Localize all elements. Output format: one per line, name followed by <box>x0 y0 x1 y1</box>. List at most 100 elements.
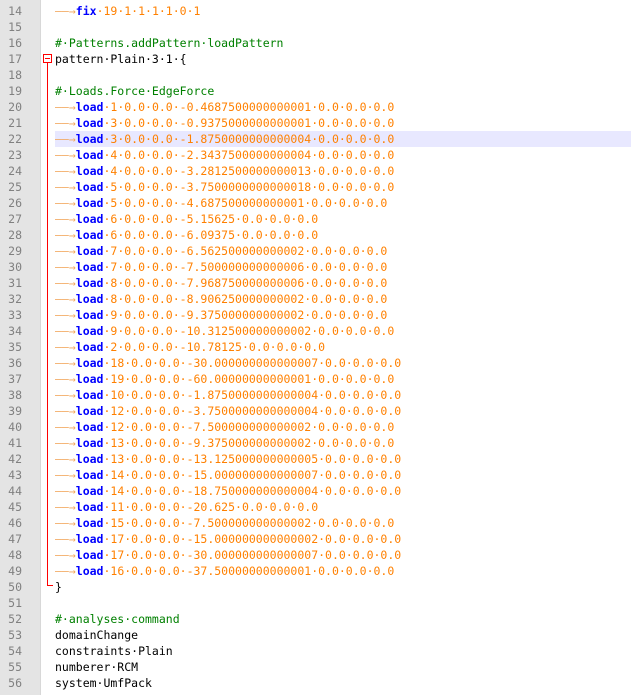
line-content[interactable]: ——→load·2·0.0·0.0·-10.78125·0.0·0.0·0.0 <box>55 339 631 355</box>
code-line[interactable]: 51 <box>0 595 631 611</box>
tab-arrow-icon: ——→ <box>55 260 76 274</box>
line-number: 31 <box>8 276 22 290</box>
line-content[interactable]: ——→load·9·0.0·0.0·-9.375000000000002·0.0… <box>55 307 631 323</box>
code-editor[interactable]: 14 ——→fix·19·1·1·1·1·0·1 15 16 #·Patterns.ad… <box>0 0 631 695</box>
line-content[interactable]: system·UmfPack <box>55 675 631 691</box>
line-content[interactable]: ——→load·6·0.0·0.0·-6.09375·0.0·0.0·0.0 <box>55 227 631 243</box>
code-line[interactable]: 45 ——→load·11·0.0·0.0·-20.625·0.0·0.0·0.0 <box>0 499 631 515</box>
line-content[interactable]: ——→load·6·0.0·0.0·-5.15625·0.0·0.0·0.0 <box>55 211 631 227</box>
line-content[interactable]: ——→load·17·0.0·0.0·-15.000000000000002·0… <box>55 531 631 547</box>
line-content[interactable]: ——→load·14·0.0·0.0·-15.000000000000007·0… <box>55 467 631 483</box>
line-content[interactable]: ——→load·13·0.0·0.0·-13.125000000000005·0… <box>55 451 631 467</box>
code-line[interactable]: 43 ——→load·14·0.0·0.0·-15.000000000000007… <box>0 467 631 483</box>
line-content[interactable]: #·Patterns.addPattern·loadPattern <box>55 35 631 51</box>
code-line[interactable]: 54 constraints·Plain <box>0 643 631 659</box>
line-content[interactable] <box>55 67 631 83</box>
code-line[interactable]: 56 system·UmfPack <box>0 675 631 691</box>
line-content[interactable]: ——→load·14·0.0·0.0·-18.750000000000004·0… <box>55 483 631 499</box>
code-line[interactable]: 44 ——→load·14·0.0·0.0·-18.750000000000004… <box>0 483 631 499</box>
keyword: load <box>75 436 104 450</box>
line-content[interactable]: ——→load·3·0.0·0.0·-0.9375000000000001·0.… <box>55 115 631 131</box>
code-line[interactable]: 35 ——→load·2·0.0·0.0·-10.78125·0.0·0.0·0.… <box>0 339 631 355</box>
code-line[interactable]: 37 ——→load·19·0.0·0.0·-60.00000000000001·… <box>0 371 631 387</box>
line-content[interactable]: ——→load·12·0.0·0.0·-3.7500000000000004·0… <box>55 403 631 419</box>
code-line[interactable]: 29 ——→load·7·0.0·0.0·-6.562500000000002·0… <box>0 243 631 259</box>
line-content[interactable]: numberer·RCM <box>55 659 631 675</box>
code-line[interactable]: 49 ——→load·16·0.0·0.0·-37.50000000000001·… <box>0 563 631 579</box>
line-content[interactable]: ——→load·13·0.0·0.0·-9.375000000000002·0.… <box>55 435 631 451</box>
command-args: ·12·0.0·0.0·-7.500000000000002·0.0·0.0·0… <box>103 420 395 434</box>
code-line[interactable]: 40 ——→load·12·0.0·0.0·-7.500000000000002·… <box>0 419 631 435</box>
code-line[interactable]: 21 ——→load·3·0.0·0.0·-0.9375000000000001·… <box>0 115 631 131</box>
line-content[interactable]: ——→load·16·0.0·0.0·-37.50000000000001·0.… <box>55 563 631 579</box>
code-line[interactable]: 28 ——→load·6·0.0·0.0·-6.09375·0.0·0.0·0.0 <box>0 227 631 243</box>
line-content[interactable]: ——→load·17·0.0·0.0·-30.000000000000007·0… <box>55 547 631 563</box>
code-line[interactable]: 14 ——→fix·19·1·1·1·1·0·1 <box>0 3 631 19</box>
code-line[interactable]: 22 ——→load·3·0.0·0.0·-1.8750000000000004·… <box>0 131 631 147</box>
code-line[interactable]: 33 ——→load·9·0.0·0.0·-9.375000000000002·0… <box>0 307 631 323</box>
code-line[interactable]: 48 ——→load·17·0.0·0.0·-30.000000000000007… <box>0 547 631 563</box>
code-line[interactable]: 24 ——→load·4·0.0·0.0·-3.2812500000000013·… <box>0 163 631 179</box>
line-content[interactable]: ——→fix·19·1·1·1·1·0·1 <box>55 3 631 19</box>
code-line[interactable]: 30 ——→load·7·0.0·0.0·-7.500000000000006·0… <box>0 259 631 275</box>
line-content[interactable]: ——→load·8·0.0·0.0·-8.906250000000002·0.0… <box>55 291 631 307</box>
line-content[interactable]: ——→load·1·0.0·0.0·-0.4687500000000001·0.… <box>55 99 631 115</box>
code-line[interactable]: 15 <box>0 19 631 35</box>
code-line[interactable]: 32 ——→load·8·0.0·0.0·-8.906250000000002·0… <box>0 291 631 307</box>
code-line[interactable]: 46 ——→load·15·0.0·0.0·-7.500000000000002·… <box>0 515 631 531</box>
code-line[interactable]: 23 ——→load·4·0.0·0.0·-2.3437500000000004·… <box>0 147 631 163</box>
code-line[interactable]: 31 ——→load·8·0.0·0.0·-7.968750000000006·0… <box>0 275 631 291</box>
line-content[interactable]: ——→load·5·0.0·0.0·-3.7500000000000018·0.… <box>55 179 631 195</box>
line-content[interactable]: } <box>55 579 631 595</box>
code-line[interactable]: 18 <box>0 67 631 83</box>
keyword: load <box>75 420 104 434</box>
line-content[interactable]: ——→load·15·0.0·0.0·-7.500000000000002·0.… <box>55 515 631 531</box>
line-content[interactable]: ——→load·3·0.0·0.0·-1.8750000000000004·0.… <box>55 131 631 147</box>
line-number: 49 <box>8 564 22 578</box>
line-content[interactable] <box>55 595 631 611</box>
line-content[interactable]: pattern·Plain·3·1·{ <box>55 51 631 67</box>
line-content[interactable]: ——→load·11·0.0·0.0·-20.625·0.0·0.0·0.0 <box>55 499 631 515</box>
code-line[interactable]: 55 numberer·RCM <box>0 659 631 675</box>
code-line[interactable]: 41 ——→load·13·0.0·0.0·-9.375000000000002·… <box>0 435 631 451</box>
code-line[interactable]: 52 #·analyses·command <box>0 611 631 627</box>
line-content[interactable]: ——→load·10·0.0·0.0·-1.8750000000000004·0… <box>55 387 631 403</box>
line-content[interactable]: ——→load·9·0.0·0.0·-10.312500000000002·0.… <box>55 323 631 339</box>
line-content[interactable]: ——→load·4·0.0·0.0·-3.2812500000000013·0.… <box>55 163 631 179</box>
code-line[interactable]: 20 ——→load·1·0.0·0.0·-0.4687500000000001·… <box>0 99 631 115</box>
line-content[interactable]: ——→load·5·0.0·0.0·-4.687500000000001·0.0… <box>55 195 631 211</box>
tab-arrow-icon: ——→ <box>55 404 76 418</box>
line-content[interactable]: ——→load·7·0.0·0.0·-7.500000000000006·0.0… <box>55 259 631 275</box>
code-line[interactable]: 19 #·Loads.Force·EdgeForce <box>0 83 631 99</box>
line-number: 21 <box>8 116 22 130</box>
code-line[interactable]: 38 ——→load·10·0.0·0.0·-1.8750000000000004… <box>0 387 631 403</box>
line-content[interactable]: ——→load·8·0.0·0.0·-7.968750000000006·0.0… <box>55 275 631 291</box>
code-line[interactable]: 36 ——→load·18·0.0·0.0·-30.000000000000007… <box>0 355 631 371</box>
code-line[interactable]: 16 #·Patterns.addPattern·loadPattern <box>0 35 631 51</box>
code-text: } <box>55 580 62 594</box>
code-line[interactable]: 27 ——→load·6·0.0·0.0·-5.15625·0.0·0.0·0.0 <box>0 211 631 227</box>
line-number: 40 <box>8 420 22 434</box>
line-content[interactable]: ——→load·12·0.0·0.0·-7.500000000000002·0.… <box>55 419 631 435</box>
code-line[interactable]: 26 ——→load·5·0.0·0.0·-4.687500000000001·0… <box>0 195 631 211</box>
line-content[interactable]: ——→load·4·0.0·0.0·-2.3437500000000004·0.… <box>55 147 631 163</box>
fold-collapse-icon[interactable] <box>43 54 52 63</box>
keyword: load <box>75 468 104 482</box>
line-content[interactable]: #·analyses·command <box>55 611 631 627</box>
line-content[interactable]: #·Loads.Force·EdgeForce <box>55 83 631 99</box>
line-content[interactable]: ——→load·7·0.0·0.0·-6.562500000000002·0.0… <box>55 243 631 259</box>
line-content[interactable]: domainChange <box>55 627 631 643</box>
code-line[interactable]: 34 ——→load·9·0.0·0.0·-10.312500000000002·… <box>0 323 631 339</box>
code-line[interactable]: 25 ——→load·5·0.0·0.0·-3.7500000000000018·… <box>0 179 631 195</box>
code-line[interactable]: 50} <box>0 579 631 595</box>
line-content[interactable] <box>55 19 631 35</box>
code-line[interactable]: 39 ——→load·12·0.0·0.0·-3.7500000000000004… <box>0 403 631 419</box>
line-content[interactable]: ——→load·19·0.0·0.0·-60.00000000000001·0.… <box>55 371 631 387</box>
line-content[interactable]: constraints·Plain <box>55 643 631 659</box>
code-line[interactable]: 53 domainChange <box>0 627 631 643</box>
line-content[interactable]: ——→load·18·0.0·0.0·-30.000000000000007·0… <box>55 355 631 371</box>
tab-arrow-icon: ——→ <box>55 548 76 562</box>
code-line[interactable]: 47 ——→load·17·0.0·0.0·-15.000000000000002… <box>0 531 631 547</box>
code-line[interactable]: 42 ——→load·13·0.0·0.0·-13.125000000000005… <box>0 451 631 467</box>
code-line[interactable]: 17 pattern·Plain·3·1·{ <box>0 51 631 67</box>
